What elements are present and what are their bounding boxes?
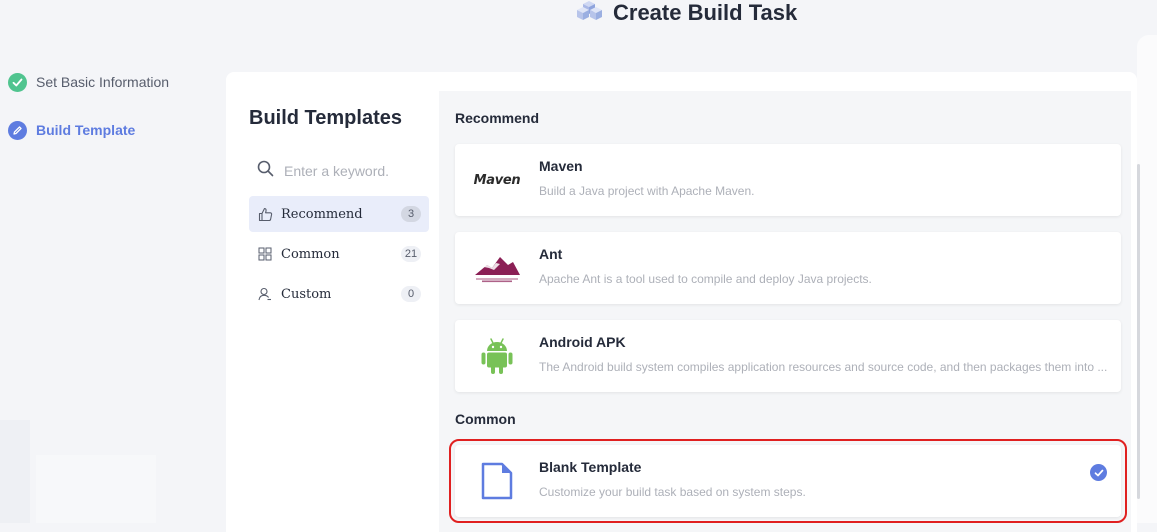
category-count: 3 xyxy=(401,206,421,222)
template-description: Apache Ant is a tool used to compile and… xyxy=(539,272,872,286)
template-name: Ant xyxy=(539,246,563,262)
pencil-icon xyxy=(8,120,27,140)
template-name: Blank Template xyxy=(539,459,642,475)
template-description: Customize your build task based on syste… xyxy=(539,485,806,499)
category-list: Recommend 3 Common 21 Custom 0 xyxy=(249,196,429,316)
step-set-basic-information[interactable]: Set Basic Information xyxy=(8,72,169,92)
grid-icon xyxy=(257,246,273,262)
user-icon xyxy=(257,286,273,302)
page-header: Create Build Task xyxy=(575,0,797,28)
template-list: Recommend Maven Maven Build a Java proje… xyxy=(439,91,1131,532)
category-custom[interactable]: Custom 0 xyxy=(249,276,429,312)
category-label: Recommend xyxy=(281,206,363,222)
build-cube-icon xyxy=(575,0,603,29)
template-description: The Android build system compiles applic… xyxy=(539,360,1108,374)
section-title-recommend: Recommend xyxy=(455,110,540,126)
category-label: Common xyxy=(281,246,340,262)
template-name: Android APK xyxy=(539,334,626,350)
step-label: Set Basic Information xyxy=(36,74,170,90)
category-common[interactable]: Common 21 xyxy=(249,236,429,272)
template-card-maven[interactable]: Maven Maven Build a Java project with Ap… xyxy=(455,144,1121,216)
page-title: Create Build Task xyxy=(613,0,798,25)
selected-check-icon xyxy=(1090,464,1107,481)
scrollbar[interactable] xyxy=(1137,164,1140,499)
template-card-android-apk[interactable]: Android APK The Android build system com… xyxy=(455,320,1121,392)
template-search xyxy=(257,160,436,182)
category-count: 0 xyxy=(401,286,421,302)
android-icon xyxy=(471,334,523,378)
search-input[interactable] xyxy=(282,162,436,180)
background-decoration xyxy=(36,455,156,523)
category-recommend[interactable]: Recommend 3 xyxy=(249,196,429,232)
wizard-steps: Set Basic Information Build Template xyxy=(8,72,169,168)
step-label: Build Template xyxy=(36,122,136,138)
build-templates-title: Build Templates xyxy=(249,107,402,129)
search-icon[interactable] xyxy=(257,160,274,182)
template-description: Build a Java project with Apache Maven. xyxy=(539,184,755,198)
section-title-common: Common xyxy=(455,411,516,427)
maven-logo: Maven xyxy=(473,172,521,188)
background-panel-edge xyxy=(1137,35,1157,523)
template-card-blank-template[interactable]: Blank Template Customize your build task… xyxy=(449,439,1127,523)
template-panel: Build Templates Recommend 3 Common 21 xyxy=(226,72,1140,532)
category-count: 21 xyxy=(401,246,421,262)
template-name: Maven xyxy=(539,158,583,174)
category-label: Custom xyxy=(281,286,332,302)
blank-document-icon xyxy=(471,459,523,503)
background-decoration xyxy=(0,420,30,523)
ant-logo xyxy=(471,246,523,290)
template-card-ant[interactable]: Ant Apache Ant is a tool used to compile… xyxy=(455,232,1121,304)
check-icon xyxy=(8,72,27,92)
step-build-template[interactable]: Build Template xyxy=(8,120,169,140)
thumbs-up-icon xyxy=(257,206,273,222)
